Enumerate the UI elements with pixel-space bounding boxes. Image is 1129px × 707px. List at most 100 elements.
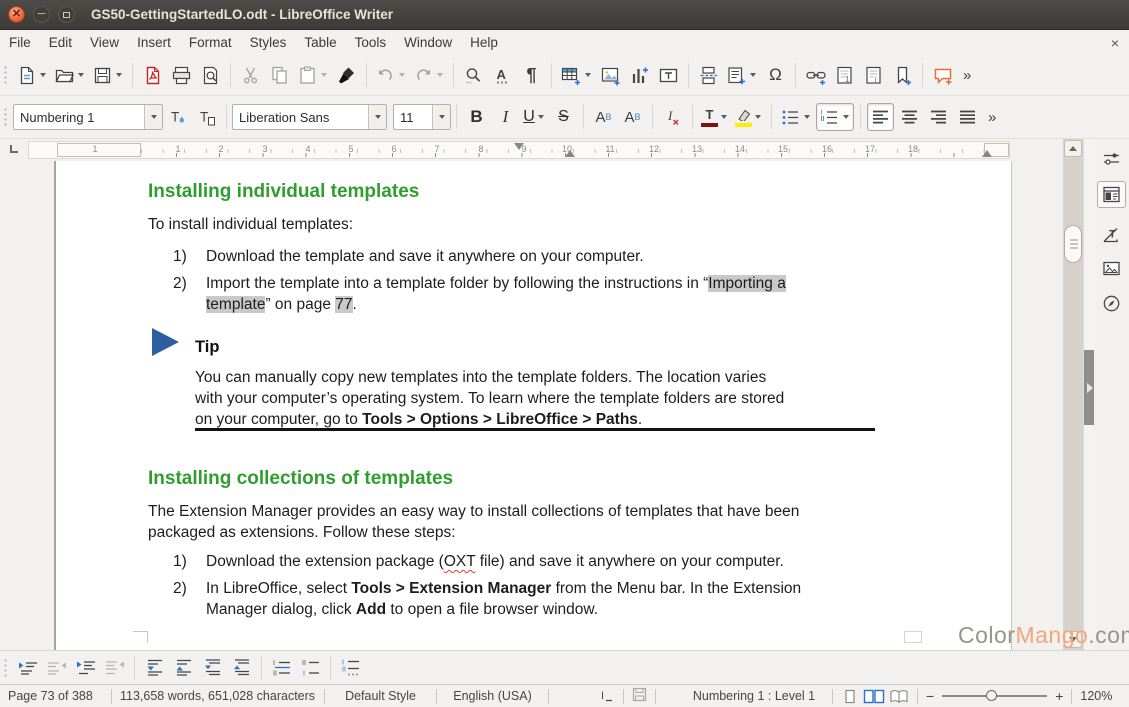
insert-endnote-button[interactable]: i bbox=[860, 61, 887, 89]
toolbar-grip[interactable] bbox=[3, 658, 8, 678]
cross-reference-field[interactable]: template bbox=[206, 296, 265, 313]
new-document-button[interactable] bbox=[14, 61, 50, 89]
bullet-list-button[interactable] bbox=[778, 103, 814, 131]
open-button[interactable] bbox=[52, 61, 88, 89]
menu-file[interactable]: File bbox=[0, 32, 40, 53]
demote-with-subpoints-button[interactable] bbox=[72, 654, 99, 682]
combo-arrow-icon[interactable] bbox=[368, 105, 386, 129]
underline-button[interactable]: U bbox=[521, 103, 548, 131]
zoom-slider[interactable] bbox=[942, 695, 1047, 697]
print-preview-button[interactable] bbox=[197, 61, 224, 89]
toolbar-grip[interactable] bbox=[3, 65, 8, 85]
status-language[interactable]: English (USA) bbox=[445, 689, 540, 703]
insert-table-button[interactable] bbox=[558, 61, 595, 89]
redo-button[interactable] bbox=[411, 61, 447, 89]
print-button[interactable] bbox=[168, 61, 195, 89]
italic-button[interactable]: I bbox=[492, 103, 519, 131]
cut-button[interactable] bbox=[237, 61, 264, 89]
insert-image-button[interactable] bbox=[597, 61, 624, 89]
paste-button[interactable] bbox=[295, 61, 331, 89]
bullets-numbering-dialog-button[interactable]: III bbox=[337, 654, 364, 682]
menu-window[interactable]: Window bbox=[395, 32, 461, 53]
restart-numbering-button[interactable]: III bbox=[297, 654, 324, 682]
scrollbar-thumb[interactable] bbox=[1064, 225, 1082, 263]
menu-edit[interactable]: Edit bbox=[40, 32, 81, 53]
window-close-icon[interactable]: ✕ bbox=[8, 6, 25, 23]
promote-with-subpoints-button[interactable] bbox=[101, 654, 128, 682]
clear-formatting-button[interactable]: I bbox=[659, 103, 686, 131]
first-line-indent-marker[interactable] bbox=[514, 143, 524, 150]
insert-footnote-button[interactable]: 1 bbox=[831, 61, 858, 89]
strikethrough-button[interactable]: S bbox=[550, 103, 577, 131]
combo-arrow-icon[interactable] bbox=[432, 105, 450, 129]
toolbar-overflow-button[interactable]: » bbox=[988, 109, 994, 126]
insert-hyperlink-button[interactable] bbox=[802, 61, 829, 89]
find-replace-button[interactable] bbox=[460, 61, 487, 89]
sidebar-gallery-button[interactable] bbox=[1097, 255, 1126, 282]
font-name-combo[interactable]: Liberation Sans bbox=[232, 104, 387, 130]
move-up-button[interactable] bbox=[170, 654, 197, 682]
menu-view[interactable]: View bbox=[81, 32, 128, 53]
scroll-up-button[interactable] bbox=[1064, 140, 1082, 157]
paragraph-style-combo[interactable]: Numbering 1 bbox=[13, 104, 163, 130]
status-page-style[interactable]: Default Style bbox=[333, 689, 428, 703]
copy-button[interactable] bbox=[266, 61, 293, 89]
menu-table[interactable]: Table bbox=[295, 32, 345, 53]
formatting-marks-button[interactable]: ¶ bbox=[518, 61, 545, 89]
new-style-button[interactable]: T bbox=[193, 103, 220, 131]
insert-comment-button[interactable] bbox=[929, 61, 956, 89]
promote-button[interactable] bbox=[43, 654, 70, 682]
align-left-button[interactable] bbox=[867, 103, 894, 131]
insert-page-break-button[interactable] bbox=[695, 61, 722, 89]
insert-field-button[interactable] bbox=[724, 61, 760, 89]
save-button[interactable] bbox=[90, 61, 126, 89]
insert-bookmark-button[interactable] bbox=[889, 61, 916, 89]
demote-button[interactable] bbox=[14, 654, 41, 682]
status-word-count[interactable]: 113,658 words, 651,028 characters bbox=[120, 689, 316, 703]
window-maximize-icon[interactable] bbox=[58, 6, 75, 23]
move-up-with-subpoints-button[interactable] bbox=[228, 654, 255, 682]
numbered-list-button[interactable]: III bbox=[816, 103, 854, 131]
update-style-button[interactable]: T bbox=[164, 103, 191, 131]
combo-arrow-icon[interactable] bbox=[144, 105, 162, 129]
undo-button[interactable] bbox=[373, 61, 409, 89]
ruler-strip[interactable]: 1 1 2 3 4 5 6 7 8 9 10 11 12 13 14 15 16 bbox=[28, 141, 1010, 159]
book-view-button[interactable] bbox=[889, 688, 909, 705]
font-size-combo[interactable]: 11 bbox=[393, 104, 451, 130]
bold-button[interactable]: B bbox=[463, 103, 490, 131]
clone-formatting-button[interactable] bbox=[333, 61, 360, 89]
highlight-color-button[interactable] bbox=[733, 103, 765, 131]
sidebar-splitter[interactable] bbox=[1083, 139, 1094, 650]
sidebar-settings-button[interactable] bbox=[1097, 146, 1126, 173]
sidebar-styles-button[interactable]: T bbox=[1097, 221, 1126, 248]
right-indent-marker[interactable] bbox=[982, 150, 992, 157]
zoom-in-button[interactable]: + bbox=[1055, 688, 1063, 704]
menu-format[interactable]: Format bbox=[180, 32, 241, 53]
menu-tools[interactable]: Tools bbox=[346, 32, 396, 53]
multi-page-view-button[interactable] bbox=[863, 688, 885, 705]
vertical-scrollbar[interactable] bbox=[1063, 139, 1083, 650]
insert-textbox-button[interactable] bbox=[655, 61, 682, 89]
toolbar-overflow-button[interactable]: » bbox=[963, 67, 969, 84]
superscript-button[interactable]: AB bbox=[590, 103, 617, 131]
font-color-button[interactable]: T bbox=[699, 103, 731, 131]
save-state-indicator[interactable] bbox=[632, 687, 647, 705]
move-down-button[interactable] bbox=[141, 654, 168, 682]
insert-unnumbered-entry-button[interactable]: III bbox=[268, 654, 295, 682]
align-right-button[interactable] bbox=[925, 103, 952, 131]
export-pdf-button[interactable] bbox=[139, 61, 166, 89]
selection-mode-indicator[interactable]: I bbox=[597, 688, 615, 704]
document-page[interactable]: Installing individual templates To insta… bbox=[54, 161, 1012, 650]
special-character-button[interactable]: Ω bbox=[762, 61, 789, 89]
zoom-percentage[interactable]: 120% bbox=[1080, 689, 1112, 703]
toolbar-grip[interactable] bbox=[3, 107, 8, 127]
menu-help[interactable]: Help bbox=[461, 32, 507, 53]
subscript-button[interactable]: AB bbox=[619, 103, 646, 131]
zoom-out-button[interactable]: − bbox=[926, 688, 934, 704]
justify-button[interactable] bbox=[954, 103, 981, 131]
insert-chart-button[interactable] bbox=[626, 61, 653, 89]
cross-reference-field[interactable]: Importing a bbox=[708, 275, 786, 292]
page-number-field[interactable]: 77 bbox=[335, 296, 352, 313]
tab-stop-selector[interactable] bbox=[7, 142, 22, 157]
move-down-with-subpoints-button[interactable] bbox=[199, 654, 226, 682]
